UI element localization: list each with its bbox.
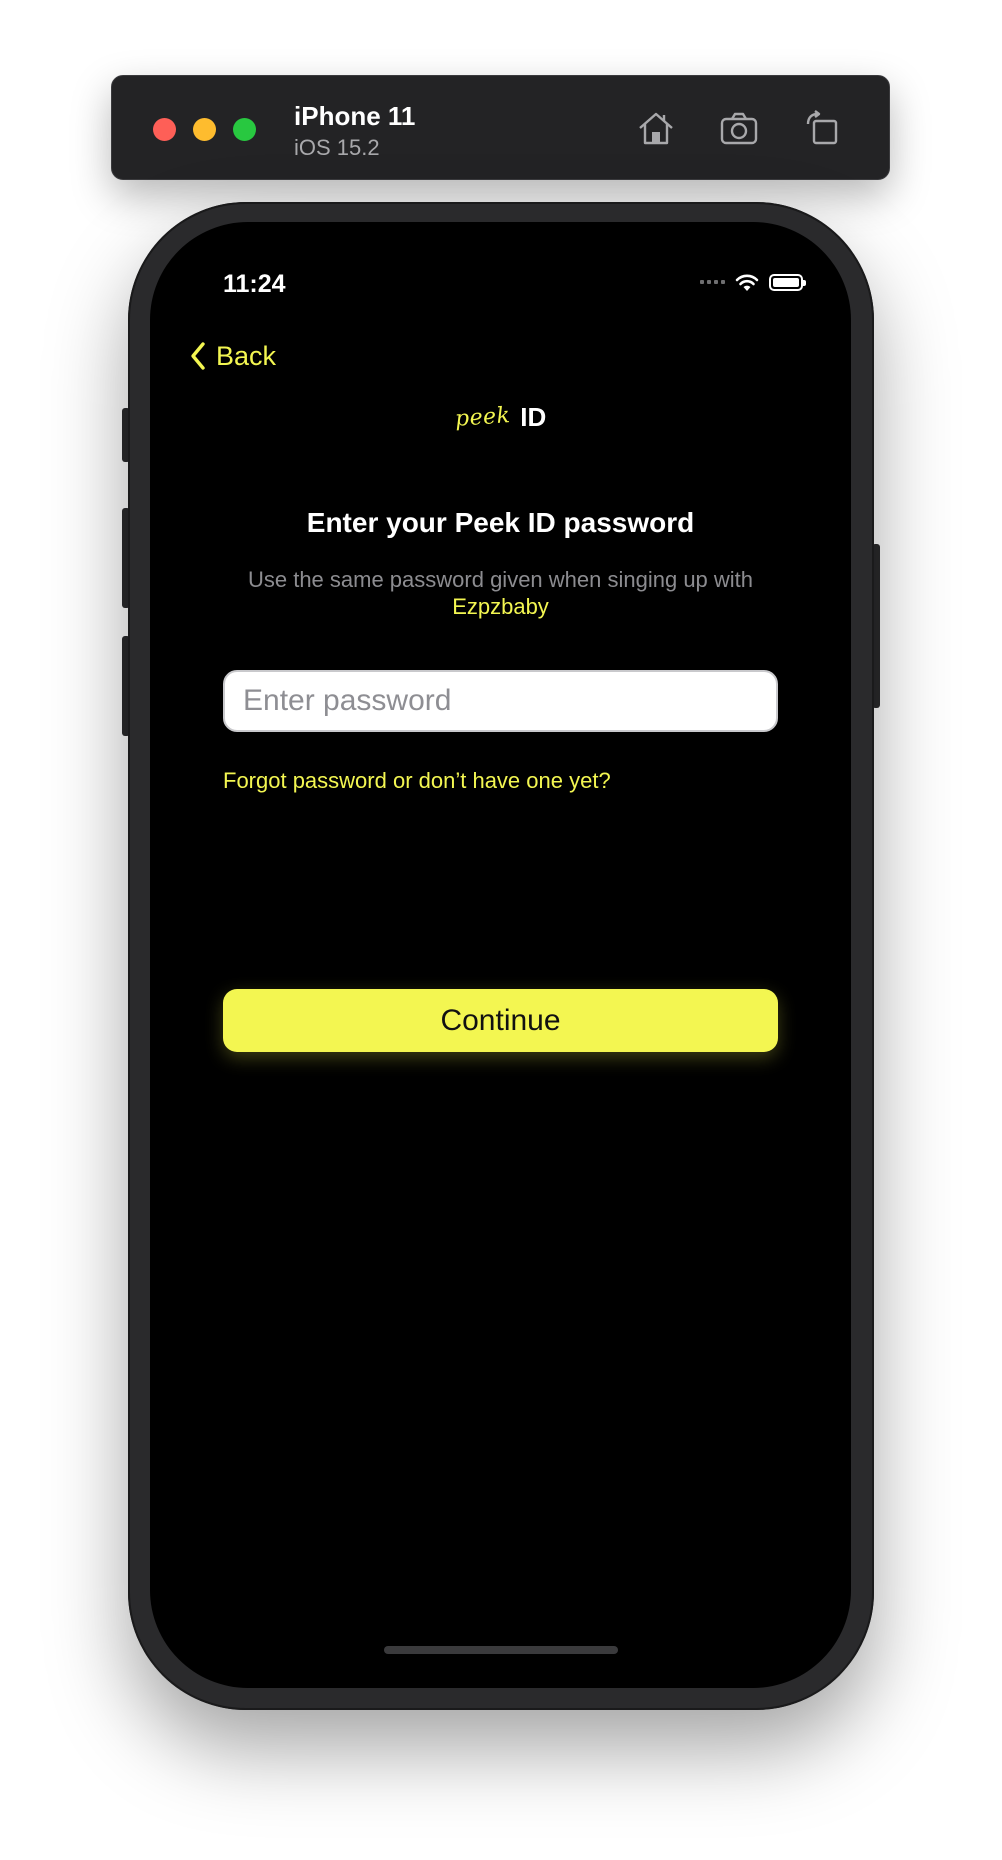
peek-id-logo: peek ID: [150, 402, 851, 433]
minimize-window-button[interactable]: [193, 118, 216, 141]
status-icons: [700, 272, 806, 292]
simulator-window: iPhone 11 iOS 15.2 11:24 Back peek ID En…: [0, 0, 1002, 1860]
home-icon[interactable]: [634, 106, 678, 150]
continue-button[interactable]: Continue: [223, 989, 778, 1052]
screenshot-icon[interactable]: [717, 106, 761, 150]
forgot-password-link[interactable]: Forgot password or don’t have one yet?: [223, 768, 611, 794]
device-name: iPhone 11: [294, 101, 416, 131]
device-os-version: iOS 15.2: [294, 135, 380, 160]
back-label: Back: [216, 340, 277, 371]
subtitle-text: Use the same password given when singing…: [247, 567, 754, 592]
simulator-toolbar: iPhone 11 iOS 15.2: [111, 75, 890, 180]
logo-id: ID: [520, 402, 547, 432]
chevron-left-icon: [191, 342, 205, 370]
zoom-window-button[interactable]: [233, 118, 256, 141]
logo-script: peek: [453, 403, 512, 432]
status-time: 11:24: [223, 270, 286, 298]
phone-screen: 11:24 Back peek ID Enter your Peek ID pa…: [150, 222, 851, 1688]
subtitle-brand: Ezpzbaby: [452, 594, 549, 619]
battery-icon: [769, 273, 806, 291]
signal-icon: [700, 280, 725, 284]
page-title: Enter your Peek ID password: [306, 507, 695, 538]
page-subtitle: Use the same password given when singing…: [230, 566, 771, 620]
password-input[interactable]: [223, 670, 778, 732]
home-indicator[interactable]: [384, 1646, 618, 1654]
wifi-icon: [735, 272, 759, 292]
back-button[interactable]: Back: [188, 340, 276, 372]
rotate-icon[interactable]: [800, 106, 844, 150]
close-window-button[interactable]: [153, 118, 176, 141]
